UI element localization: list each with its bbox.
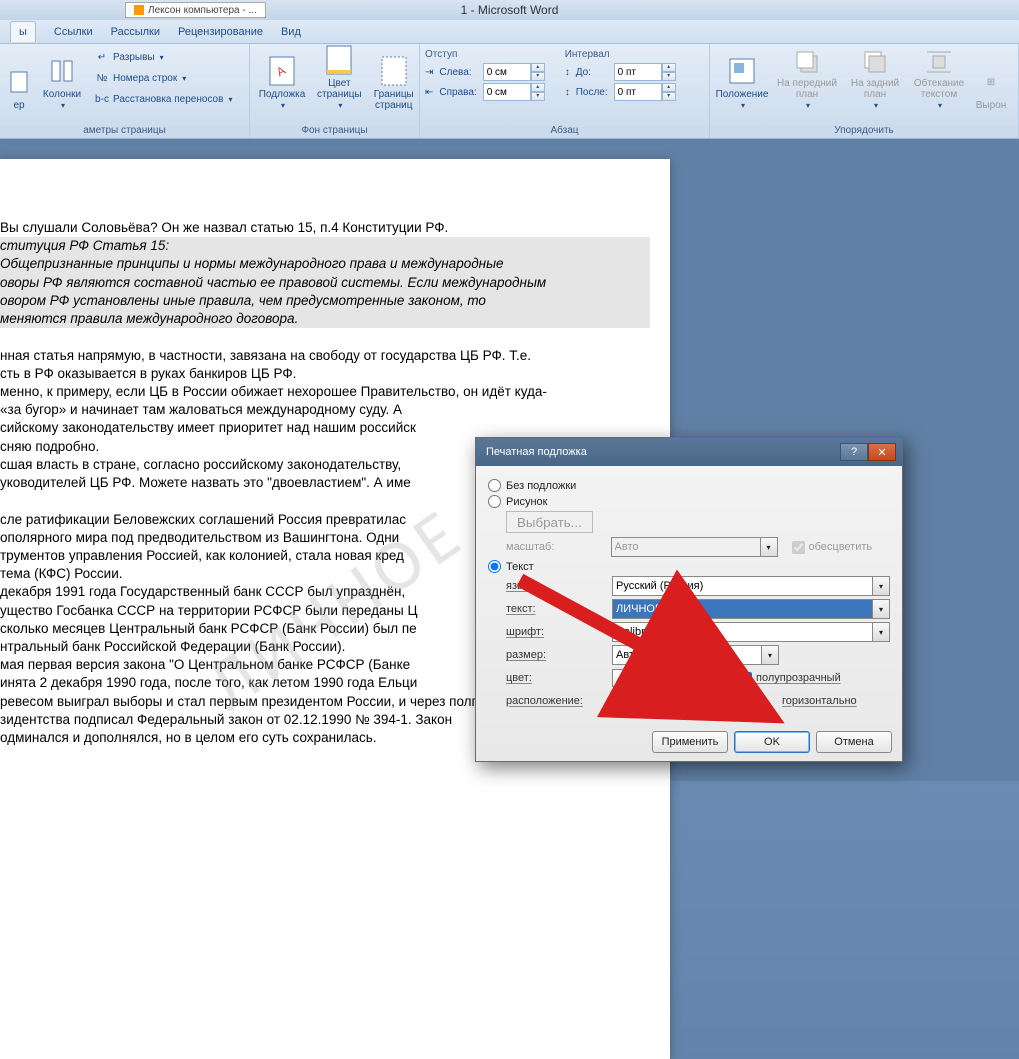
spacing-before-icon: ↕ [565,67,570,78]
size-label: размер: [506,649,606,661]
color-swatch[interactable] [612,669,702,687]
layout-label: расположение: [506,695,606,707]
spacing-label: Интервал [565,49,676,61]
washout-checkbox[interactable]: обесцветить [792,541,891,554]
favicon [134,5,144,15]
align-icon: ⊞ [975,66,1007,98]
text-label: текст: [506,603,606,615]
doc-line: ституция РФ Статья 15: [0,237,650,255]
semitransparent-checkbox[interactable]: полупрозрачный [739,672,839,685]
text-combo[interactable] [612,599,873,619]
browser-tab-title: Лексон компьютера - ... [148,5,257,16]
spacing-before-spinner[interactable]: ▴▾ [614,63,676,81]
doc-line: нная статья напрямую, в частности, завяз… [0,347,650,365]
align-button[interactable]: ⊞ Вырон [973,47,1009,113]
font-dd[interactable]: ▾ [872,622,890,642]
cancel-button[interactable]: Отмена [816,731,892,753]
doc-line: Общепризнанные принципы и нормы междунар… [0,255,650,273]
indent-right-icon: ⇤ [425,87,433,98]
color-label: цвет: [506,672,606,684]
close-button[interactable]: ✕ [868,443,896,461]
doc-line: сийскому законодательству имеет приорите… [0,419,650,437]
group-paragraph-label: Абзац [425,123,704,138]
scale-combo[interactable] [611,537,761,557]
radio-no-watermark[interactable]: Без подложки [488,479,890,492]
spacing-after-spinner[interactable]: ▴▾ [614,83,676,101]
doc-line: овором РФ установлены иные правила, чем … [0,292,650,310]
help-button[interactable]: ? [840,443,868,461]
watermark-icon: A [266,55,298,87]
ribbon: ер Колонки▾ ↵Разрывы▾ №Номера строк▾ b-c… [0,44,1019,139]
indent-label: Отступ [425,49,545,61]
page-color-button[interactable]: Цвет страницы▾ [313,47,366,113]
size-dd[interactable]: ▾ [761,645,779,665]
apply-button[interactable]: Применить [652,731,728,753]
group-page-params-label: аметры страницы [5,123,244,138]
tab-links[interactable]: Ссылки [54,26,93,38]
font-label: шрифт: [506,626,606,638]
ok-button[interactable]: OK [734,731,810,753]
line-numbers-icon: № [94,71,110,87]
doc-line [0,328,650,346]
indent-left-spinner[interactable]: ▴▾ [483,63,545,81]
orientation-icon [3,66,35,98]
indent-left-icon: ⇥ [425,67,433,78]
choose-picture-button[interactable]: Выбрать... [506,511,593,533]
columns-icon [46,55,78,87]
position-button[interactable]: Положение▾ [715,47,769,113]
radio-text[interactable]: Текст [488,560,890,573]
indent-right-spinner[interactable]: ▴▾ [483,83,545,101]
doc-line: Вы слушали Соловьёва? Он же назвал стать… [0,219,650,237]
position-icon [726,55,758,87]
doc-line: сть в РФ оказывается в руках банкиров ЦБ… [0,365,650,383]
doc-line: менно, к примеру, если ЦБ в России обижа… [0,383,650,401]
breaks-button[interactable]: ↵Разрывы▾ [91,47,235,68]
page-color-icon [323,44,355,76]
doc-line: меняются правила международного договора… [0,310,650,328]
tab-mailings[interactable]: Рассылки [111,26,160,38]
browser-tab[interactable]: Лексон компьютера - ... [125,2,266,18]
doc-line: «за бугор» и начинает там жаловаться меж… [0,401,650,419]
size-combo[interactable] [612,645,762,665]
send-back-icon [859,48,891,76]
radio-diagonal[interactable]: по диагонали [612,694,712,707]
ribbon-tabs: ы Ссылки Рассылки Рецензирование Вид [0,20,1019,44]
radio-horizontal[interactable]: горизонтально [736,694,836,707]
window-title: 1 - Microsoft Word [461,3,559,17]
breaks-icon: ↵ [94,50,110,66]
dialog-titlebar[interactable]: Печатная подложка ? ✕ [476,438,902,466]
text-wrap-icon [923,48,955,76]
page-borders-icon [378,55,410,87]
send-back-button[interactable]: На задний план▾ [845,47,905,113]
columns-button[interactable]: Колонки▾ [37,47,87,113]
radio-picture[interactable]: Рисунок [488,495,890,508]
language-combo[interactable] [612,576,873,596]
bring-front-icon [791,48,823,76]
bring-front-button[interactable]: На передний план▾ [773,47,841,113]
dialog-title: Печатная подложка [486,446,587,458]
language-dd[interactable]: ▾ [872,576,890,596]
page-borders-button[interactable]: Границы страниц [370,47,418,113]
text-wrap-button[interactable]: Обтекание текстом▾ [909,47,969,113]
line-numbers-button[interactable]: №Номера строк▾ [91,68,235,89]
hyphenation-icon: b-c [94,92,110,108]
language-label: язык: [506,580,606,592]
tab-view[interactable]: Вид [281,26,301,38]
tab-page-layout[interactable]: ы [10,21,36,42]
text-dd[interactable]: ▾ [872,599,890,619]
color-dd[interactable]: ▾ [707,668,725,688]
group-page-bg-label: Фон страницы [255,123,414,138]
group-arrange-label: Упорядочить [715,123,1013,138]
tab-review[interactable]: Рецензирование [178,26,263,38]
scale-dd[interactable]: ▾ [760,537,778,557]
hyphenation-button[interactable]: b-cРасстановка переносов▾ [91,89,235,110]
orientation-button[interactable]: ер [5,47,33,113]
spacing-after-icon: ↕ [565,87,570,98]
doc-line: оворы РФ являются составной частью ее пр… [0,274,650,292]
watermark-button[interactable]: A Подложка▾ [255,47,309,113]
scale-label: масштаб: [506,541,605,553]
watermark-dialog: Печатная подложка ? ✕ Без подложки Рисун… [475,437,903,762]
font-combo[interactable] [612,622,873,642]
